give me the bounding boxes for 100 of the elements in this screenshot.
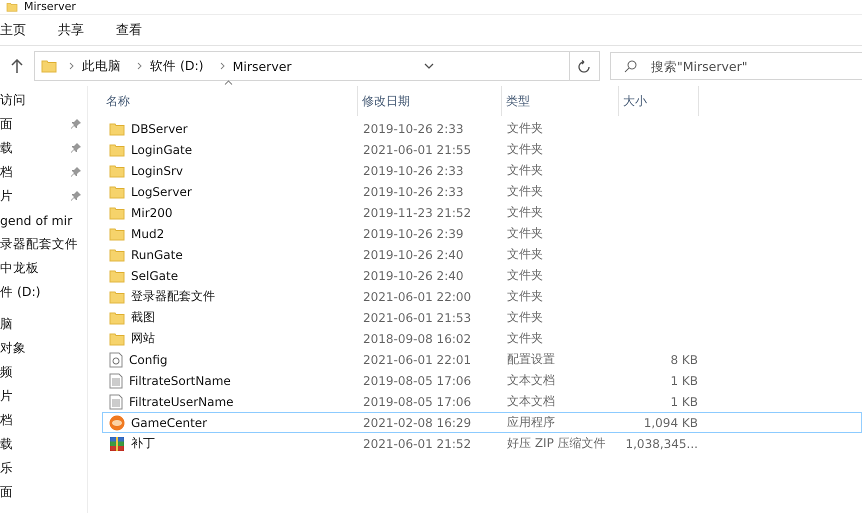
file-row[interactable]: Config 2021-06-01 22:01 配置设置 8 KB bbox=[102, 349, 862, 370]
file-type: 应用程序 bbox=[507, 414, 555, 431]
file-row[interactable]: RunGate 2019-10-26 2:40 文件夹 bbox=[102, 244, 862, 265]
file-name: 补丁 bbox=[131, 435, 155, 452]
pin-icon bbox=[71, 119, 81, 129]
modified-date: 2018-09-08 16:02 bbox=[363, 332, 472, 346]
sidebar-item[interactable]: 档 bbox=[0, 164, 13, 180]
file-row[interactable]: 网站 2018-09-08 16:02 文件夹 bbox=[102, 328, 862, 349]
search-field[interactable]: 搜索"Mirserver" bbox=[610, 52, 862, 80]
file-type: 文件夹 bbox=[507, 162, 543, 179]
sidebar-item[interactable]: 档 bbox=[0, 412, 13, 428]
dropdown-chevron-icon[interactable] bbox=[424, 63, 434, 69]
file-name: 截图 bbox=[131, 309, 155, 326]
ribbon-tab[interactable]: 查看 bbox=[116, 17, 154, 43]
sidebar-item[interactable]: 中龙板 bbox=[0, 260, 39, 276]
modified-date: 2019-10-26 2:40 bbox=[363, 268, 464, 282]
modified-date: 2019-10-26 2:33 bbox=[363, 164, 464, 178]
file-type: 配置设置 bbox=[507, 351, 555, 368]
folder-icon bbox=[109, 122, 125, 136]
column-header[interactable]: 类型 bbox=[502, 86, 619, 116]
sidebar-item[interactable]: gend of mir bbox=[0, 212, 72, 228]
file-name: Mud2 bbox=[131, 226, 164, 240]
file-size: 8 KB bbox=[670, 352, 698, 366]
file-name: RunGate bbox=[131, 248, 183, 262]
sidebar-item[interactable]: 片 bbox=[0, 188, 13, 204]
file-row[interactable]: SelGate 2019-10-26 2:40 文件夹 bbox=[102, 265, 862, 286]
pin-icon bbox=[71, 167, 81, 177]
column-header[interactable]: 大小 bbox=[619, 86, 699, 116]
file-size: 1,094 KB bbox=[644, 416, 698, 430]
modified-date: 2019-08-05 17:06 bbox=[363, 394, 472, 408]
breadcrumb[interactable]: 此电脑 bbox=[82, 58, 129, 74]
folder-icon bbox=[109, 268, 125, 282]
modified-date: 2019-11-23 21:52 bbox=[363, 206, 472, 220]
file-name: FiltrateSortName bbox=[129, 374, 231, 388]
file-row[interactable]: Mir200 2019-11-23 21:52 文件夹 bbox=[102, 202, 862, 223]
sidebar-item[interactable]: 脑 bbox=[0, 316, 13, 332]
modified-date: 2019-10-26 2:33 bbox=[363, 184, 464, 198]
search-icon bbox=[624, 60, 637, 73]
folder-icon bbox=[109, 206, 125, 220]
file-row[interactable]: Mud2 2019-10-26 2:39 文件夹 bbox=[102, 223, 862, 244]
file-row[interactable]: 登录器配套文件 2021-06-01 22:00 文件夹 bbox=[102, 286, 862, 307]
file-name: Mir200 bbox=[131, 206, 173, 220]
file-row[interactable]: 补丁 2021-06-01 21:52 好压 ZIP 压缩文件 1,038,345... bbox=[102, 433, 862, 454]
sidebar-item[interactable]: 访问 bbox=[0, 92, 26, 108]
folder-icon bbox=[109, 142, 125, 156]
sidebar-item[interactable]: 片 bbox=[0, 388, 13, 404]
sidebar-item[interactable]: 件 (D:) bbox=[0, 284, 41, 300]
file-type: 文件夹 bbox=[507, 267, 543, 284]
sidebar-item[interactable]: 频 bbox=[0, 364, 13, 380]
folder-icon bbox=[6, 2, 18, 12]
address-bar[interactable]: 此电脑 软件 (D:) Mirserver bbox=[34, 51, 600, 81]
modified-date: 2019-08-05 17:06 bbox=[363, 374, 472, 388]
file-row[interactable]: DBServer 2019-10-26 2:33 文件夹 bbox=[102, 118, 862, 139]
file-type: 好压 ZIP 压缩文件 bbox=[507, 435, 606, 452]
folder-icon bbox=[109, 164, 125, 178]
chevron-icon bbox=[220, 62, 225, 70]
sidebar-item[interactable]: 载 bbox=[0, 436, 13, 452]
file-row[interactable]: 截图 2021-06-01 21:53 文件夹 bbox=[102, 307, 862, 328]
folder-icon bbox=[41, 59, 57, 73]
sidebar-item[interactable]: 面 bbox=[0, 484, 13, 500]
breadcrumb[interactable]: Mirserver bbox=[232, 58, 300, 74]
text-document-icon bbox=[109, 372, 123, 388]
folder-icon bbox=[109, 248, 125, 262]
sidebar-item[interactable]: 录器配套文件 bbox=[0, 236, 78, 252]
modified-date: 2021-06-01 21:55 bbox=[363, 142, 472, 156]
file-row[interactable]: GameCenter 2021-02-08 16:29 应用程序 1,094 KB bbox=[102, 412, 862, 433]
breadcrumb[interactable]: 软件 (D:) bbox=[150, 58, 212, 74]
file-name: 网站 bbox=[131, 330, 155, 347]
file-type: 文件夹 bbox=[507, 330, 543, 347]
sidebar-item[interactable]: 对象 bbox=[0, 340, 26, 356]
folder-icon bbox=[109, 184, 125, 198]
file-row[interactable]: FiltrateSortName 2019-08-05 17:06 文本文档 1 KB bbox=[102, 370, 862, 391]
sidebar-item[interactable]: 载 bbox=[0, 140, 13, 156]
modified-date: 2021-06-01 22:00 bbox=[363, 290, 472, 304]
chevron-icon bbox=[137, 62, 142, 70]
file-type: 文本文档 bbox=[507, 393, 555, 410]
file-name: 登录器配套文件 bbox=[131, 288, 215, 305]
file-row[interactable]: LoginGate 2021-06-01 21:55 文件夹 bbox=[102, 139, 862, 160]
sidebar-item[interactable]: 面 bbox=[0, 116, 13, 132]
pin-icon bbox=[71, 191, 81, 201]
column-header[interactable]: 修改日期 bbox=[358, 86, 502, 116]
sort-caret-icon bbox=[224, 80, 233, 85]
sidebar-item[interactable]: 乐 bbox=[0, 460, 13, 476]
ribbon-tab[interactable]: 主页 bbox=[0, 17, 38, 43]
file-type: 文件夹 bbox=[507, 246, 543, 263]
refresh-icon bbox=[578, 60, 590, 72]
file-row[interactable]: LoginSrv 2019-10-26 2:33 文件夹 bbox=[102, 160, 862, 181]
archive-icon bbox=[109, 436, 125, 452]
folder-icon bbox=[109, 290, 125, 304]
file-type: 文件夹 bbox=[507, 225, 543, 242]
modified-date: 2021-06-01 21:53 bbox=[363, 310, 472, 324]
ribbon-tab[interactable]: 共享 bbox=[58, 17, 96, 43]
pin-icon bbox=[71, 143, 81, 153]
column-header[interactable]: 名称 bbox=[102, 86, 358, 116]
file-type: 文件夹 bbox=[507, 183, 543, 200]
file-row[interactable]: LogServer 2019-10-26 2:33 文件夹 bbox=[102, 181, 862, 202]
file-name: GameCenter bbox=[131, 416, 208, 430]
file-name: FiltrateUserName bbox=[129, 394, 234, 408]
file-row[interactable]: FiltrateUserName 2019-08-05 17:06 文本文档 1 KB bbox=[102, 391, 862, 412]
file-size: 1,038,345... bbox=[625, 436, 698, 450]
